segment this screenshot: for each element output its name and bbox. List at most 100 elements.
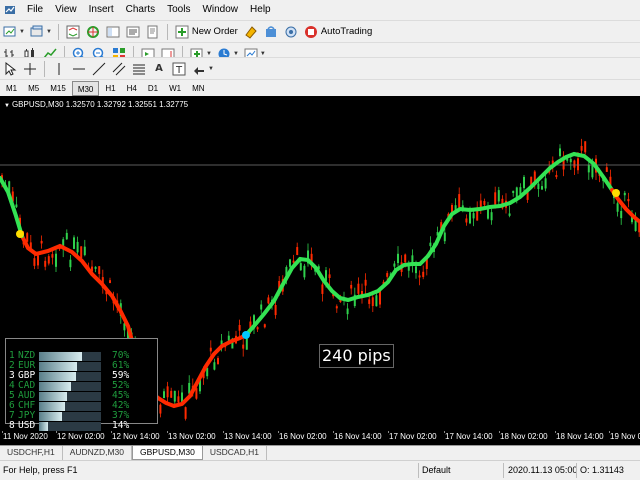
chart-tab[interactable]: USDCAD,H1 [203, 446, 267, 460]
candle-body [51, 254, 54, 258]
timeframe-h4[interactable]: H4 [122, 81, 142, 96]
vertical-line-icon[interactable] [50, 60, 68, 78]
candle-body [371, 297, 374, 307]
timeframe-m1[interactable]: M1 [1, 81, 22, 96]
candle-body [44, 260, 47, 267]
text-label-tool-icon[interactable]: T [170, 60, 188, 78]
periods-dropdown-icon[interactable]: ▼ [233, 51, 239, 57]
profiles-icon[interactable] [28, 23, 46, 41]
pips-label: 240 pips [319, 344, 394, 368]
candle-body [587, 164, 590, 173]
chart-tab[interactable]: GBPUSD,M30 [132, 446, 203, 460]
candle-body [577, 158, 579, 171]
status-datetime: 2020.11.13 05:00 [508, 465, 578, 475]
trend-line-up [0, 176, 24, 238]
candle-body [350, 284, 353, 289]
profiles-dropdown-icon[interactable]: ▼ [46, 29, 52, 35]
candle-body [109, 280, 111, 283]
candle-body [177, 396, 180, 403]
metaeditor-icon[interactable] [242, 23, 260, 41]
candle-body [217, 358, 219, 365]
signals-icon[interactable] [282, 23, 300, 41]
menu-insert[interactable]: Insert [83, 0, 120, 20]
cursor-icon[interactable] [1, 60, 19, 78]
timeframe-m30[interactable]: M30 [71, 80, 100, 96]
timeframe-m15[interactable]: M15 [45, 81, 71, 96]
menu-tools[interactable]: Tools [161, 0, 196, 20]
candle-body [289, 259, 291, 267]
candle-body [184, 407, 187, 419]
menu-window[interactable]: Window [196, 0, 244, 20]
candle-body [47, 256, 50, 264]
candle-body [537, 183, 540, 190]
chart-tab[interactable]: USDCHF,H1 [0, 446, 63, 460]
signal-dot [612, 189, 620, 197]
market-watch-icon[interactable] [64, 23, 82, 41]
market-icon[interactable] [262, 23, 280, 41]
candle-body [73, 237, 75, 249]
timeframe-w1[interactable]: W1 [164, 81, 186, 96]
terminal-icon[interactable] [124, 23, 142, 41]
indicators-dropdown-icon[interactable]: ▼ [206, 51, 212, 57]
horizontal-line-icon[interactable] [70, 60, 88, 78]
text-tool-icon[interactable]: A [150, 60, 168, 78]
menu-help[interactable]: Help [244, 0, 277, 20]
signal-dot [16, 230, 24, 238]
new-order-label: New Order [191, 26, 238, 37]
app-menu-icon[interactable] [3, 3, 17, 17]
candle-body [65, 232, 68, 240]
candle-body [418, 275, 421, 278]
time-axis-label: 18 Nov 02:00 [500, 432, 548, 441]
new-chart-dropdown-icon[interactable]: ▼ [19, 29, 25, 35]
standard-toolbar: ▼ ▼ New Order AutoTrading [0, 20, 640, 42]
candle-body [429, 242, 432, 247]
timeframe-h1[interactable]: H1 [100, 81, 120, 96]
tester-icon[interactable] [144, 23, 162, 41]
timeframe-d1[interactable]: D1 [143, 81, 163, 96]
timeframe-mn[interactable]: MN [187, 81, 209, 96]
menu-bar: File View Insert Charts Tools Window Hel… [0, 0, 640, 20]
time-axis-label: 17 Nov 02:00 [389, 432, 437, 441]
timeframes-toolbar: M1 M5 M15 M30 H1 H4 D1 W1 MN [0, 79, 640, 96]
collapse-triangle-icon[interactable]: ▼ [4, 103, 10, 109]
status-bar: For Help, press F1 Default 2020.11.13 05… [0, 460, 640, 480]
navigator-icon[interactable] [104, 23, 122, 41]
chart-window[interactable]: ▼ GBPUSD,M30 1.32570 1.32792 1.32551 1.32… [0, 96, 640, 445]
line-studies-toolbar: A T ▼ [0, 57, 640, 79]
candle-body [584, 141, 587, 153]
autotrading-button[interactable]: AutoTrading [301, 23, 375, 41]
templates-dropdown-icon[interactable]: ▼ [260, 51, 266, 57]
candle-body [195, 388, 198, 399]
data-window-icon[interactable] [84, 23, 102, 41]
autotrading-label: AutoTrading [320, 26, 373, 37]
menu-file[interactable]: File [21, 0, 49, 20]
candle-body [299, 263, 302, 271]
new-order-button[interactable]: New Order [172, 23, 241, 41]
candle-body [163, 391, 165, 399]
fibonacci-icon[interactable] [130, 60, 148, 78]
chart-tab[interactable]: AUDNZD,M30 [63, 446, 133, 460]
svg-text:T: T [175, 65, 183, 76]
candle-body [274, 305, 277, 316]
chart-tabs: USDCHF,H1 AUDNZD,M30 GBPUSD,M30 USDCAD,H1 [0, 445, 640, 460]
strength-bar [39, 422, 48, 431]
candle-body [490, 212, 493, 221]
toolbar-separator [166, 23, 168, 40]
time-axis-label: 12 Nov 14:00 [112, 432, 160, 441]
candle-body [15, 204, 18, 208]
arrows-dropdown-icon[interactable]: ▼ [208, 66, 214, 72]
candle-body [616, 203, 619, 212]
timeframe-m5[interactable]: M5 [23, 81, 44, 96]
crosshair-icon[interactable] [21, 60, 39, 78]
trendline-icon[interactable] [90, 60, 108, 78]
equidistant-channel-icon[interactable] [110, 60, 128, 78]
menu-view[interactable]: View [49, 0, 83, 20]
arrows-icon[interactable] [190, 60, 208, 78]
new-order-icon [175, 25, 189, 38]
candle-body [404, 254, 407, 263]
candle-body [209, 347, 212, 352]
new-chart-icon[interactable] [1, 23, 19, 41]
candle-body [166, 386, 169, 398]
menu-charts[interactable]: Charts [120, 0, 161, 20]
entry-dot [242, 331, 250, 339]
